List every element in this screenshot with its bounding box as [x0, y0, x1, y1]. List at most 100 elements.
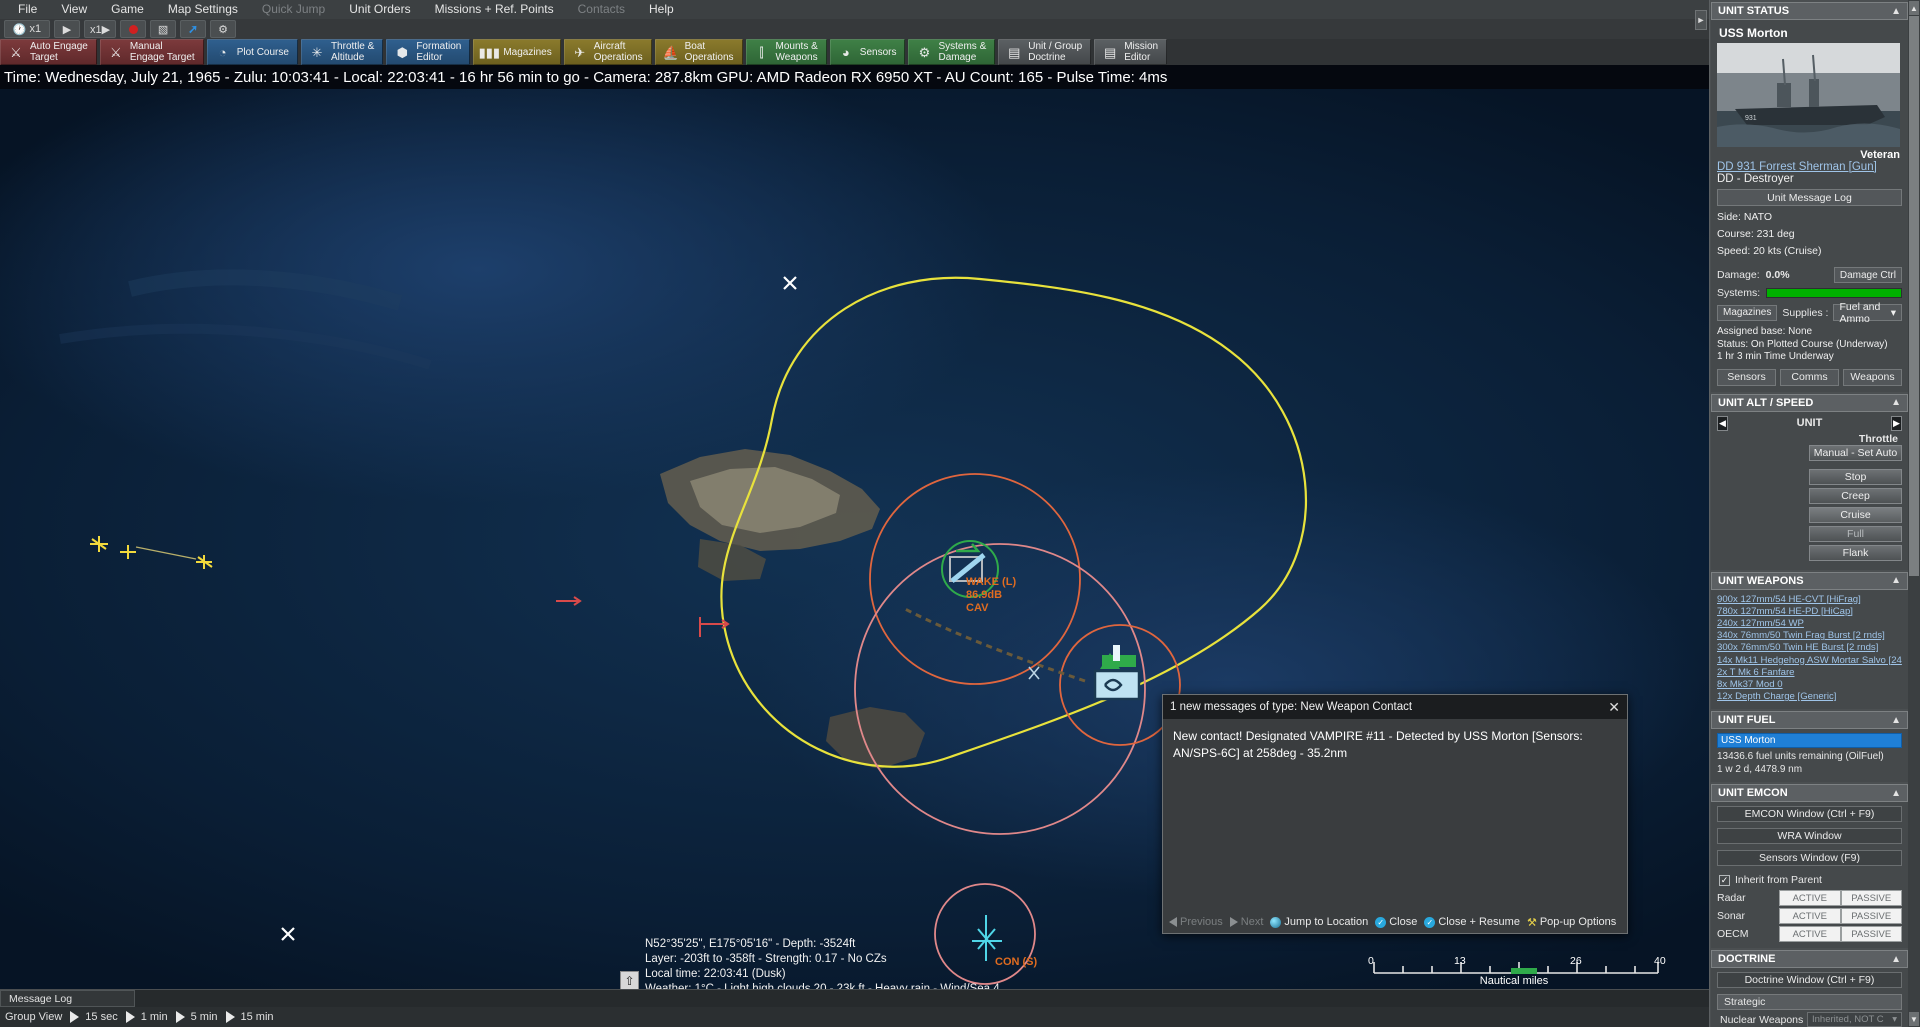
scroll-up-arrow-icon[interactable]: ▲ — [1909, 1, 1919, 15]
tab-comms[interactable]: Comms — [1780, 369, 1839, 386]
time-step-1min[interactable]: 1 min — [126, 1011, 174, 1023]
unit-class-link[interactable]: DD 931 Forrest Sherman [Gun] — [1717, 161, 1902, 173]
chevron-up-icon[interactable]: ▲ — [1891, 6, 1901, 17]
emcon-oecm-active[interactable]: ACTIVE — [1779, 926, 1841, 942]
jump-button[interactable]: ➚ — [180, 20, 206, 38]
menu-item-missions-ref-points[interactable]: Missions + Ref. Points — [423, 0, 566, 19]
unit-status-lines: Assigned base: None Status: On Plotted C… — [1717, 326, 1902, 364]
layers-button[interactable]: ▧ — [150, 20, 176, 38]
unit-type: DD - Destroyer — [1717, 173, 1902, 185]
menu-item-help[interactable]: Help — [637, 0, 686, 19]
throttle-creep-button[interactable]: Creep — [1809, 488, 1902, 504]
ribbon-button-systems-damage[interactable]: ⚙Systems &Damage — [908, 39, 995, 65]
throttle-flank-button[interactable]: Flank — [1809, 545, 1902, 561]
popup-jump-to-location-button[interactable]: Jump to Location — [1270, 916, 1368, 928]
scroll-down-arrow-icon[interactable]: ▼ — [1909, 1012, 1919, 1026]
weapon-item[interactable]: 8x Mk37 Mod 0 — [1717, 679, 1902, 691]
scrollbar-thumb[interactable] — [1909, 16, 1919, 576]
ribbon-button-mission-editor[interactable]: ▤MissionEditor — [1094, 39, 1167, 65]
unit-fuel-header[interactable]: UNIT FUEL ▲ — [1711, 711, 1908, 729]
time-step-15min[interactable]: 15 min — [226, 1011, 280, 1023]
menu-item-view[interactable]: View — [49, 0, 99, 19]
message-log-tab[interactable]: Message Log — [0, 990, 135, 1007]
popup-close-button[interactable]: ✓ Close — [1375, 916, 1417, 928]
prev-unit-button[interactable]: ◀ — [1717, 416, 1728, 431]
menu-item-unit-orders[interactable]: Unit Orders — [337, 0, 422, 19]
ribbon-button-plot-course[interactable]: ◔Plot Course — [207, 39, 298, 65]
supplies-select[interactable]: Fuel and Ammo ▾ — [1833, 304, 1902, 321]
doctrine-window-button[interactable]: Doctrine Window (Ctrl + F9) — [1717, 972, 1902, 988]
doctrine-item-select[interactable]: Inherited, NOT C ▾ — [1807, 1012, 1902, 1027]
chevron-up-icon[interactable]: ▲ — [1891, 575, 1901, 586]
damage-ctrl-button[interactable]: Damage Ctrl — [1834, 267, 1902, 283]
ribbon-button-manual-engage-target[interactable]: ⚔ManualEngage Target — [100, 39, 204, 65]
unit-message-log-button[interactable]: Unit Message Log — [1717, 189, 1902, 206]
menu-item-file[interactable]: File — [6, 0, 49, 19]
emcon-window-button[interactable]: EMCON Window (Ctrl + F9) — [1717, 806, 1902, 822]
emcon-sonar-passive[interactable]: PASSIVE — [1841, 908, 1903, 924]
group-view-button[interactable]: Group View — [5, 1011, 68, 1023]
next-unit-button[interactable]: ▶ — [1891, 416, 1902, 431]
ribbon-button-mounts-weapons[interactable]: ⫿Mounts &Weapons — [746, 39, 827, 65]
unit-emcon-header[interactable]: UNIT EMCON ▲ — [1711, 784, 1908, 802]
chevron-up-icon[interactable]: ▲ — [1891, 788, 1901, 799]
weapon-item[interactable]: 12x Depth Charge [Generic] — [1717, 691, 1902, 703]
unit-status-header[interactable]: UNIT STATUS ▲ — [1711, 2, 1908, 20]
doctrine-header[interactable]: DOCTRINE ▲ — [1711, 950, 1908, 968]
menu-item-map-settings[interactable]: Map Settings — [156, 0, 250, 19]
weapon-item[interactable]: 240x 127mm/54 WP — [1717, 618, 1902, 630]
throttle-stop-button[interactable]: Stop — [1809, 469, 1902, 485]
throttle-full-button[interactable]: Full — [1809, 526, 1902, 542]
ribbon-button-throttle-altitude[interactable]: ✳Throttle &Altitude — [301, 39, 383, 65]
chevron-up-icon[interactable]: ▲ — [1891, 397, 1901, 408]
sensors-window-button[interactable]: Sensors Window (F9) — [1717, 850, 1902, 866]
sidebar-scrollbar[interactable]: ▲ ▼ — [1908, 0, 1920, 1027]
wra-window-button[interactable]: WRA Window — [1717, 828, 1902, 844]
popup-close-resume-button[interactable]: ✓ Close + Resume — [1424, 916, 1520, 928]
ribbon-button-auto-engage-target[interactable]: ⚔Auto EngageTarget — [0, 39, 97, 65]
magazines-button[interactable]: Magazines — [1717, 305, 1777, 321]
weapon-item[interactable]: 2x T Mk 6 Fanfare — [1717, 667, 1902, 679]
inherit-from-parent-checkbox[interactable]: ✓ Inherit from Parent — [1719, 874, 1902, 886]
chevron-up-icon[interactable]: ▲ — [1891, 715, 1901, 726]
unit-weapons-header[interactable]: UNIT WEAPONS ▲ — [1711, 572, 1908, 590]
weapon-item[interactable]: 900x 127mm/54 HE-CVT [HiFrag] — [1717, 594, 1902, 606]
emcon-radar-passive[interactable]: PASSIVE — [1841, 890, 1903, 906]
weapon-item[interactable]: 780x 127mm/54 HE-PD [HiCap] — [1717, 606, 1902, 618]
emcon-sonar-active[interactable]: ACTIVE — [1779, 908, 1841, 924]
ribbon-button-formation-editor[interactable]: ⬢FormationEditor — [386, 39, 470, 65]
aircraft-operations-icon: ✈ — [571, 43, 589, 61]
ribbon-button-unit-group-doctrine[interactable]: ▤Unit / GroupDoctrine — [998, 39, 1091, 65]
weapon-item[interactable]: 340x 76mm/50 Twin Frag Burst [2 rnds] — [1717, 630, 1902, 642]
throttle-manual-button[interactable]: Manual - Set Auto — [1809, 445, 1902, 461]
weapon-item[interactable]: 300x 76mm/50 Twin HE Burst [2 rnds] — [1717, 642, 1902, 654]
ribbon-button-aircraft-operations[interactable]: ✈AircraftOperations — [564, 39, 652, 65]
fuel-unit-selected[interactable]: USS Morton — [1717, 733, 1902, 748]
ribbon-button-sensors[interactable]: ◕Sensors — [830, 39, 906, 65]
play-button[interactable]: ▶ — [54, 20, 80, 38]
tab-sensors[interactable]: Sensors — [1717, 369, 1776, 386]
settings-button[interactable]: ⚙ — [210, 20, 236, 38]
popup-options-button[interactable]: ⚒ Pop-up Options — [1527, 916, 1616, 929]
emcon-radar-active[interactable]: ACTIVE — [1779, 890, 1841, 906]
throttle-cruise-button[interactable]: Cruise — [1809, 507, 1902, 523]
sidebar-collapse-tab[interactable]: ► — [1695, 10, 1707, 30]
weapon-item[interactable]: 14x Mk11 Hedgehog ASW Mortar Salvo [24 — [1717, 655, 1902, 667]
tab-weapons[interactable]: Weapons — [1843, 369, 1902, 386]
chevron-up-icon[interactable]: ▲ — [1891, 954, 1901, 965]
expand-message-log-button[interactable]: ⇧ — [620, 971, 639, 990]
close-icon[interactable]: ✕ — [1608, 699, 1620, 716]
clock-speed-button[interactable]: 🕐 x1 — [4, 20, 50, 38]
time-step-5min[interactable]: 5 min — [176, 1011, 224, 1023]
unit-alt-speed-header[interactable]: UNIT ALT / SPEED ▲ — [1711, 394, 1908, 412]
assigned-base: Assigned base: None — [1717, 326, 1902, 339]
manual-engage-target-icon: ⚔ — [107, 43, 125, 61]
menu-item-game[interactable]: Game — [99, 0, 156, 19]
ribbon-button-boat-operations[interactable]: ⛵BoatOperations — [655, 39, 743, 65]
message-popup[interactable]: 1 new messages of type: New Weapon Conta… — [1162, 694, 1628, 934]
ribbon-button-magazines[interactable]: ▮▮▮Magazines — [473, 39, 560, 65]
time-step-15sec[interactable]: 15 sec — [70, 1011, 123, 1023]
emcon-oecm-passive[interactable]: PASSIVE — [1841, 926, 1903, 942]
record-button[interactable] — [120, 20, 146, 38]
time-compression-button[interactable]: x1▶ — [84, 20, 116, 38]
